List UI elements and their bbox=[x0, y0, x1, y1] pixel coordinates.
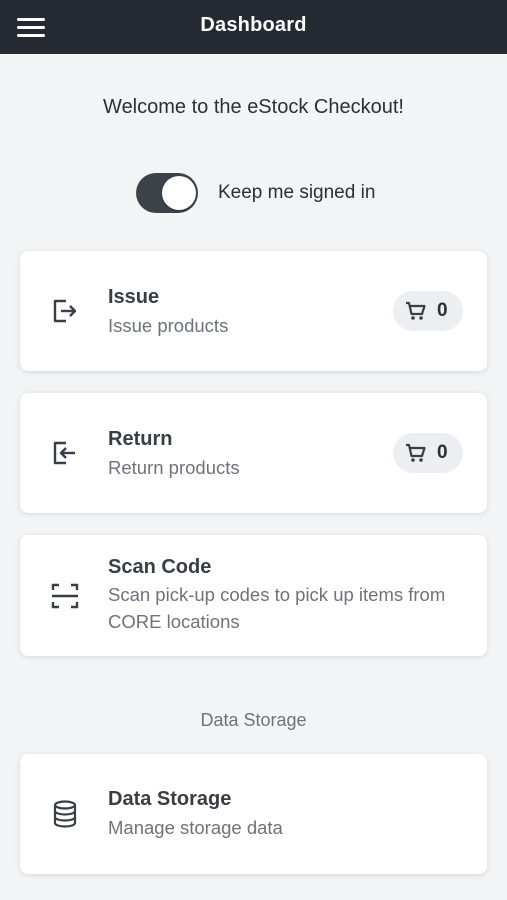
database-icon bbox=[53, 800, 77, 828]
data-storage-card[interactable]: Data Storage Manage storage data bbox=[20, 754, 487, 874]
scan-code-title: Scan Code bbox=[108, 556, 212, 578]
page-title: Dashboard bbox=[200, 14, 307, 36]
issue-export-icon bbox=[53, 299, 77, 323]
toggle-knob bbox=[162, 176, 196, 210]
data-storage-subtitle: Manage storage data bbox=[108, 817, 283, 838]
cart-icon bbox=[406, 443, 426, 462]
data-storage-section-heading: Data Storage bbox=[200, 710, 307, 730]
issue-cart-count: 0 bbox=[437, 300, 448, 321]
return-card[interactable]: Return Return products 0 bbox=[20, 393, 487, 513]
return-cart-badge[interactable]: 0 bbox=[393, 433, 463, 473]
keep-signed-in-label: Keep me signed in bbox=[218, 182, 376, 203]
keep-signed-in-toggle[interactable] bbox=[136, 173, 198, 213]
scan-code-card[interactable]: Scan Code Scan pick-up codes to pick up … bbox=[20, 535, 487, 656]
return-cart-count: 0 bbox=[437, 442, 448, 463]
return-title: Return bbox=[108, 428, 173, 450]
welcome-text: Welcome to the eStock Checkout! bbox=[103, 96, 404, 118]
cart-icon bbox=[406, 301, 426, 320]
issue-card[interactable]: Issue Issue products 0 bbox=[20, 251, 487, 371]
issue-title: Issue bbox=[108, 286, 160, 308]
keep-signed-in-row: Keep me signed in bbox=[136, 172, 375, 214]
return-import-icon bbox=[53, 441, 75, 465]
scan-code-subtitle: Scan pick-up codes to pick up items from… bbox=[108, 584, 446, 632]
issue-cart-badge[interactable]: 0 bbox=[393, 291, 463, 331]
scan-frame-icon bbox=[51, 583, 79, 609]
app-bar: Dashboard bbox=[0, 0, 507, 54]
data-storage-title: Data Storage bbox=[108, 788, 232, 810]
